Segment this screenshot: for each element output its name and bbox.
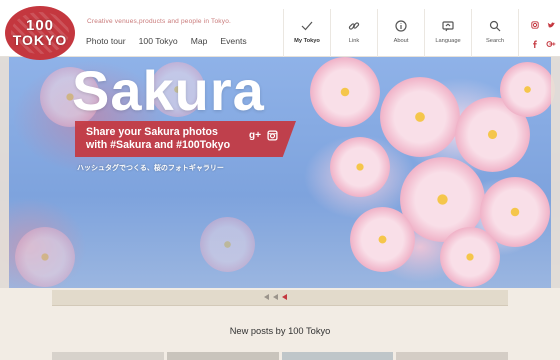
banner-icons: g+ bbox=[249, 130, 278, 144]
icon-nav: My Tokyo Link About Language Search bbox=[283, 9, 518, 57]
blossom-decoration bbox=[330, 137, 390, 197]
slider-dot[interactable] bbox=[273, 294, 278, 300]
hero-frame-left bbox=[0, 57, 9, 288]
hero-title: Sakura bbox=[72, 59, 265, 122]
post-thumbnail[interactable] bbox=[396, 352, 508, 360]
nav-100-tokyo[interactable]: 100 Tokyo bbox=[139, 36, 178, 46]
post-thumbnail[interactable] bbox=[52, 352, 164, 360]
new-posts-heading: New posts by 100 Tokyo bbox=[229, 326, 331, 336]
blossom-decoration bbox=[380, 77, 460, 157]
nav-map[interactable]: Map bbox=[191, 36, 208, 46]
social-links bbox=[518, 9, 560, 57]
post-thumbnail[interactable] bbox=[166, 352, 279, 360]
hero-subtitle-ja: ハッシュタグでつくる、桜のフォトギャラリー bbox=[77, 165, 224, 172]
link-icon bbox=[348, 22, 360, 30]
icon-nav-label: About bbox=[393, 38, 409, 44]
posts-thumbnails bbox=[52, 352, 508, 360]
blossom-decoration bbox=[310, 57, 380, 127]
main-nav: Photo tour 100 Tokyo Map Events bbox=[86, 36, 247, 46]
googleplus-icon[interactable] bbox=[544, 37, 558, 51]
blossom-decoration bbox=[200, 217, 255, 272]
nav-photo-tour[interactable]: Photo tour bbox=[86, 36, 126, 46]
hero-frame-right bbox=[551, 57, 560, 288]
icon-nav-my-tokyo[interactable]: My Tokyo bbox=[283, 9, 330, 57]
logo-line-city: TOKYO bbox=[12, 32, 68, 48]
post-thumbnail[interactable] bbox=[281, 352, 394, 360]
slider-dot-active[interactable] bbox=[282, 294, 287, 300]
logo-line-number: 100 bbox=[25, 17, 55, 34]
info-icon bbox=[395, 20, 407, 32]
twitter-icon[interactable] bbox=[544, 18, 558, 32]
icon-nav-about[interactable]: About bbox=[377, 9, 424, 57]
nav-events[interactable]: Events bbox=[220, 36, 246, 46]
icon-nav-label: Search bbox=[485, 38, 505, 44]
facebook-icon[interactable] bbox=[528, 37, 542, 51]
search-icon bbox=[489, 20, 501, 32]
site-tagline: Creative venues,products and people in T… bbox=[87, 18, 232, 25]
hashtag-share-banner[interactable]: Share your Sakura photos with #Sakura an… bbox=[75, 121, 296, 157]
instagram-icon[interactable] bbox=[528, 18, 542, 32]
icon-nav-language[interactable]: Language bbox=[424, 9, 471, 57]
icon-nav-label: My Tokyo bbox=[294, 38, 320, 44]
slider-dot[interactable] bbox=[264, 294, 269, 300]
icon-nav-label: Language bbox=[435, 38, 461, 44]
blossom-decoration bbox=[500, 62, 555, 117]
icon-nav-label: Link bbox=[348, 38, 360, 44]
icon-nav-link[interactable]: Link bbox=[330, 9, 377, 57]
blossom-decoration bbox=[440, 227, 500, 287]
blossom-decoration bbox=[350, 207, 415, 272]
instagram-icon[interactable] bbox=[267, 130, 278, 144]
site-logo[interactable]: 100 TOKYO bbox=[5, 6, 75, 60]
slider-pagination bbox=[264, 294, 287, 300]
blossom-decoration bbox=[15, 227, 75, 287]
googleplus-icon[interactable]: g+ bbox=[249, 130, 261, 144]
check-icon bbox=[301, 21, 313, 31]
language-icon bbox=[442, 21, 454, 32]
icon-nav-search[interactable]: Search bbox=[471, 9, 518, 57]
